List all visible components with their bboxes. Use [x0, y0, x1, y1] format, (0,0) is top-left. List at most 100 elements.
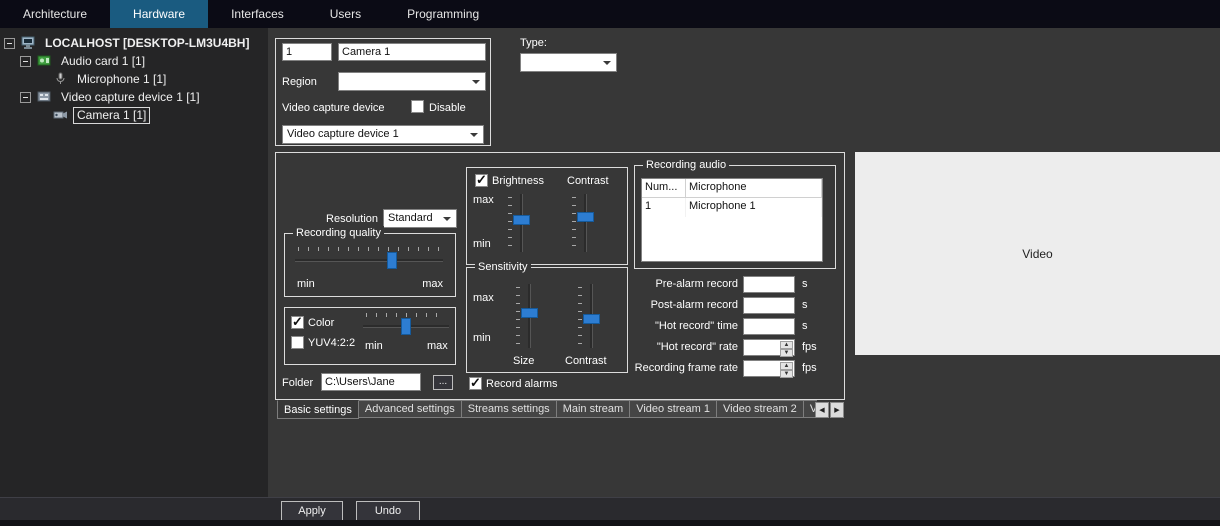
slider-thumb[interactable]	[577, 211, 594, 222]
slider-thumb[interactable]	[513, 214, 530, 225]
sensitivity-group: Sensitivity max min Size Contrast	[466, 260, 628, 373]
color-balance-slider[interactable]	[361, 312, 451, 336]
record-alarms-checkbox[interactable]	[469, 375, 482, 391]
chevron-down-icon	[472, 80, 480, 84]
tab-video-stream-1[interactable]: Video stream 1	[630, 400, 718, 418]
column-header-num[interactable]: Num...	[642, 179, 686, 197]
folder-input[interactable]	[321, 373, 421, 391]
collapse-icon[interactable]	[20, 91, 31, 103]
camera-settings-panel: Resolution Standard Recording quality mi…	[275, 152, 845, 400]
post-alarm-record-input[interactable]	[743, 297, 795, 314]
yuv-checkbox[interactable]	[291, 336, 304, 349]
camera-name-input[interactable]	[338, 43, 486, 61]
spin-up-button[interactable]: ▲	[780, 341, 793, 349]
video-preview-label: Video	[1022, 246, 1053, 261]
collapse-icon[interactable]	[20, 55, 31, 67]
recording-frame-rate-label: Recording frame rate	[634, 362, 738, 374]
column-header-microphone[interactable]: Microphone	[686, 179, 822, 197]
min-label: min	[473, 332, 491, 344]
chevron-down-icon	[603, 61, 611, 65]
slider-ticks	[572, 197, 576, 249]
slider-thumb[interactable]	[521, 307, 538, 318]
slider-thumb[interactable]	[386, 252, 397, 269]
pre-alarm-record-input[interactable]	[743, 276, 795, 293]
capture-device-select[interactable]: Video capture device 1	[282, 125, 484, 144]
slider-ticks	[516, 287, 520, 345]
recording-audio-table[interactable]: Num... Microphone 1 Microphone 1	[641, 178, 823, 262]
hot-record-time-label: "Hot record" time	[655, 320, 738, 332]
post-alarm-record-label: Post-alarm record	[650, 299, 738, 311]
collapse-icon[interactable]	[4, 37, 15, 49]
recording-quality-slider[interactable]	[293, 246, 445, 270]
table-row[interactable]: 1 Microphone 1	[642, 198, 822, 217]
spinner-buttons: ▲ ▼	[780, 362, 793, 378]
region-select[interactable]	[338, 72, 486, 91]
brightness-label: Brightness	[492, 175, 544, 187]
color-group: Color YUV4:2:2 min max	[284, 307, 456, 365]
type-label: Type:	[520, 37, 547, 49]
cell-microphone: Microphone 1	[686, 198, 822, 217]
sensitivity-contrast-slider[interactable]	[577, 282, 601, 350]
tree-item-localhost[interactable]: LOCALHOST [DESKTOP-LM3U4BH]	[0, 34, 268, 52]
tab-advanced-settings[interactable]: Advanced settings	[358, 400, 462, 418]
hot-record-time-input[interactable]	[743, 318, 795, 335]
tab-main-stream[interactable]: Main stream	[556, 400, 631, 418]
brightness-slider[interactable]	[507, 192, 531, 254]
slider-thumb[interactable]	[583, 314, 600, 325]
tree-item-audio-card[interactable]: Audio card 1 [1]	[0, 52, 268, 70]
spin-down-button[interactable]: ▼	[780, 370, 793, 378]
hot-record-time-unit: s	[802, 320, 808, 332]
post-alarm-record-unit: s	[802, 299, 808, 311]
menu-item-hardware[interactable]: Hardware	[110, 0, 209, 28]
tree-item-video-capture-device[interactable]: Video capture device 1 [1]	[0, 88, 268, 106]
max-label: max	[473, 292, 494, 304]
type-select[interactable]	[520, 53, 617, 72]
tab-video-stream-2[interactable]: Video stream 2	[717, 400, 804, 418]
undo-button[interactable]: Undo	[356, 501, 420, 521]
table-header: Num... Microphone	[642, 179, 822, 198]
chevron-down-icon	[470, 133, 478, 137]
recording-frame-rate-unit: fps	[802, 362, 817, 374]
tree-item-label: Video capture device 1 [1]	[61, 89, 200, 104]
record-alarms-label: Record alarms	[486, 378, 558, 390]
slider-ticks	[578, 287, 582, 345]
cell-num: 1	[642, 198, 686, 217]
hot-record-rate-label: "Hot record" rate	[656, 341, 738, 353]
menu-item-interfaces[interactable]: Interfaces	[208, 0, 307, 28]
video-capture-icon	[36, 90, 53, 104]
menu-item-programming[interactable]: Programming	[384, 0, 502, 28]
recording-frame-rate-spinner[interactable]: ▲ ▼	[743, 360, 795, 378]
slider-thumb[interactable]	[401, 318, 411, 335]
brightness-checkbox[interactable]	[475, 172, 488, 188]
camera-number-input[interactable]	[282, 43, 332, 61]
resolution-select[interactable]: Standard	[383, 209, 457, 228]
slider-track	[584, 194, 587, 252]
hot-record-rate-spinner[interactable]: ▲ ▼	[743, 339, 795, 357]
tree-item-microphone[interactable]: Microphone 1 [1]	[0, 70, 268, 88]
tree-item-camera[interactable]: Camera 1 [1]	[0, 106, 268, 124]
min-label: min	[297, 278, 315, 290]
tab-streams-settings[interactable]: Streams settings	[461, 400, 557, 418]
spin-down-button[interactable]: ▼	[780, 349, 793, 357]
yuv-label: YUV4:2:2	[308, 337, 356, 349]
tab-scroll-left-button[interactable]: ◀	[815, 402, 829, 418]
sensitivity-size-slider[interactable]	[515, 282, 539, 350]
tab-basic-settings[interactable]: Basic settings	[277, 400, 359, 419]
resolution-label: Resolution	[326, 213, 378, 225]
color-checkbox[interactable]	[291, 314, 304, 330]
slider-ticks	[508, 197, 512, 249]
tree-item-label: LOCALHOST [DESKTOP-LM3U4BH]	[45, 35, 250, 50]
contrast-slider[interactable]	[571, 192, 595, 254]
tab-scroll-right-button[interactable]: ▶	[830, 402, 844, 418]
menu-item-architecture[interactable]: Architecture	[0, 0, 110, 28]
browse-button[interactable]: ...	[433, 375, 453, 390]
disable-checkbox[interactable]	[411, 100, 424, 113]
contrast-label: Contrast	[567, 175, 609, 187]
video-preview: Video	[855, 152, 1220, 355]
spin-up-button[interactable]: ▲	[780, 362, 793, 370]
camera-identity-panel: Region Video capture device Disable Vide…	[275, 38, 491, 146]
slider-track	[295, 259, 443, 262]
menu-item-users[interactable]: Users	[307, 0, 384, 28]
brightness-contrast-group: Brightness Contrast max min	[466, 167, 628, 265]
apply-button[interactable]: Apply	[281, 501, 343, 521]
